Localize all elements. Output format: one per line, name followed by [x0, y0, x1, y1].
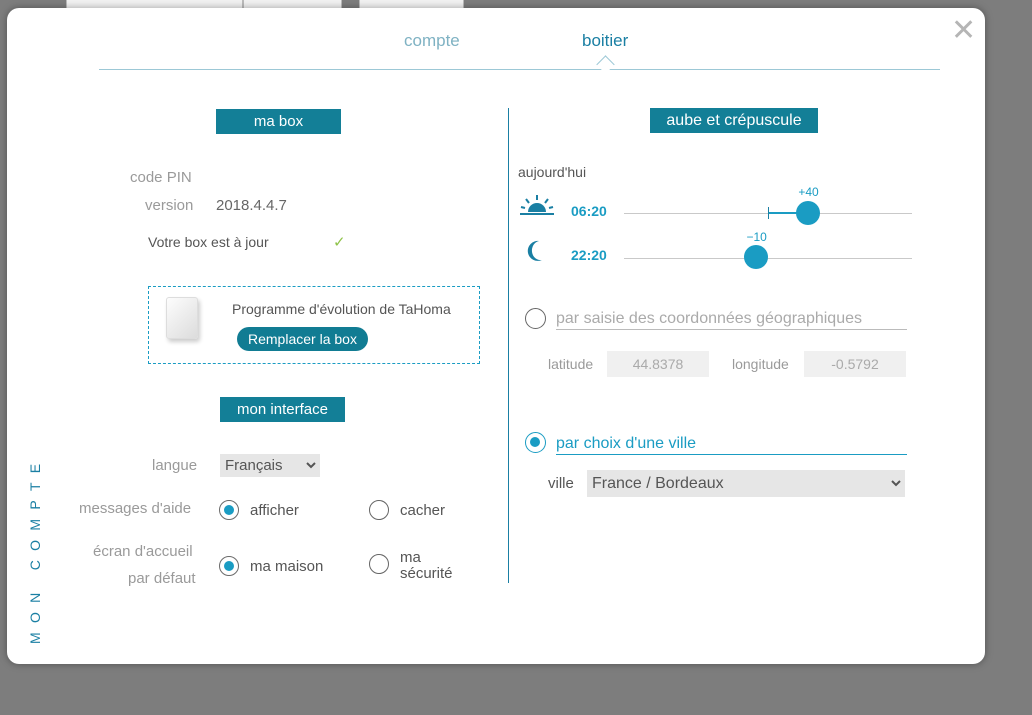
latitude-input[interactable]	[607, 351, 709, 377]
sunset-offset-label: −10	[746, 230, 767, 244]
latitude-label: latitude	[548, 356, 594, 372]
pin-label: code PIN	[130, 169, 192, 186]
promo-text: Programme d'évolution de TaHoma	[232, 301, 451, 317]
box-device-image	[166, 297, 198, 339]
checkmark-icon: ✓	[333, 234, 346, 251]
sunset-slider-handle[interactable]	[744, 245, 769, 269]
home-house-radio[interactable]	[219, 556, 239, 576]
geo-coordinates-label: par saisie des coordonnées géographiques	[556, 310, 862, 327]
ma-box-header: ma box	[216, 109, 341, 134]
city-choice-label: par choix d'une ville	[556, 435, 697, 452]
active-tab-indicator	[596, 55, 615, 74]
home-screen-label-2: par défaut	[128, 570, 196, 587]
city-choice-radio[interactable]	[525, 432, 546, 453]
column-divider	[508, 108, 509, 583]
sunset-slider-track[interactable]	[624, 258, 912, 259]
geo-underline	[556, 329, 907, 330]
sunrise-slider-handle[interactable]	[796, 201, 821, 225]
longitude-input[interactable]	[804, 351, 906, 377]
moon-icon	[527, 240, 547, 264]
box-upgrade-promo: Programme d'évolution de TaHoma Remplace…	[148, 286, 480, 364]
sunrise-offset-label: +40	[798, 185, 819, 199]
sunset-time: 22:20	[571, 247, 607, 263]
language-label: langue	[152, 457, 198, 474]
city-select[interactable]: France / Bordeaux	[587, 470, 905, 497]
sunrise-icon	[519, 194, 555, 218]
tab-compte[interactable]: compte	[404, 31, 460, 51]
help-hide-label: cacher	[400, 502, 446, 519]
home-security-radio[interactable]	[369, 554, 389, 574]
help-show-radio[interactable]	[219, 500, 239, 520]
tab-boitier[interactable]: boitier	[582, 31, 628, 51]
home-security-label: ma	[400, 549, 421, 566]
sunrise-time: 06:20	[571, 203, 607, 219]
replace-box-button[interactable]: Remplacer la box	[237, 327, 368, 351]
language-select[interactable]: Français	[220, 454, 320, 477]
version-value: 2018.4.4.7	[216, 197, 287, 214]
account-modal: ✕ compte boitier MON COMPTE ma box code …	[7, 8, 985, 664]
longitude-label: longitude	[732, 356, 789, 372]
help-messages-label: messages d'aide	[79, 500, 192, 517]
today-label: aujourd'hui	[518, 164, 587, 180]
help-show-label: afficher	[250, 502, 299, 519]
home-security-label-2: sécurité	[400, 565, 453, 582]
geo-coordinates-radio[interactable]	[525, 308, 546, 329]
home-screen-label: écran d'accueil	[93, 543, 193, 560]
home-house-label: ma maison	[250, 558, 324, 575]
close-icon[interactable]: ✕	[951, 16, 976, 46]
vertical-section-label: MON COMPTE	[27, 454, 43, 644]
version-label: version	[145, 197, 194, 214]
city-label: ville	[548, 475, 574, 492]
tab-divider	[99, 69, 940, 70]
city-underline	[556, 454, 907, 455]
dawn-dusk-header: aube et crépuscule	[650, 108, 818, 133]
help-hide-radio[interactable]	[369, 500, 389, 520]
mon-interface-header: mon interface	[220, 397, 345, 422]
update-status: Votre box est à jour	[148, 234, 269, 250]
